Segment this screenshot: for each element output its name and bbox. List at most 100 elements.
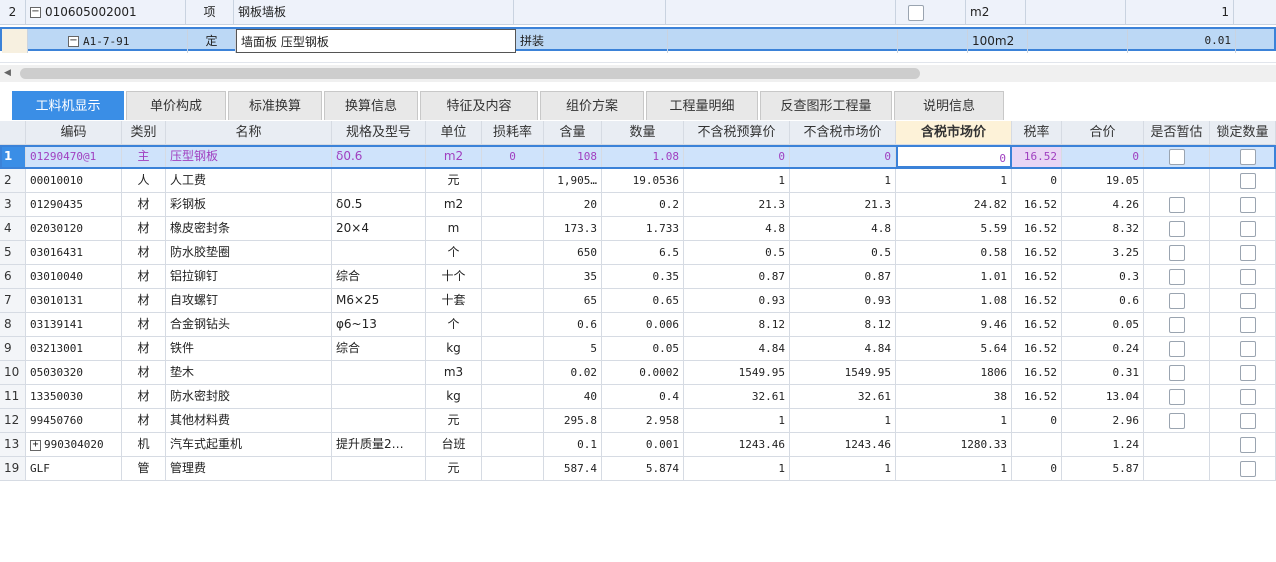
cell-lock-qty[interactable] bbox=[1210, 457, 1276, 480]
cell-quantity[interactable]: 2.958 bbox=[602, 409, 684, 432]
lock-qty-checkbox[interactable] bbox=[1240, 196, 1256, 213]
cell-name[interactable]: 铝拉铆钉 bbox=[166, 265, 332, 288]
cell-total[interactable]: 19.05 bbox=[1062, 169, 1144, 192]
upper-qty-2[interactable]: 0.01 bbox=[1128, 29, 1236, 53]
estimate-checkbox[interactable] bbox=[1169, 292, 1185, 309]
cell-tax-rate[interactable] bbox=[1012, 433, 1062, 456]
cell-content[interactable]: 0.1 bbox=[544, 433, 602, 456]
col-estimate[interactable]: 是否暂估 bbox=[1144, 121, 1210, 144]
col-category[interactable]: 类别 bbox=[122, 121, 166, 144]
cell-content[interactable]: 20 bbox=[544, 193, 602, 216]
tab-standard-conversion[interactable]: 标准换算 bbox=[228, 91, 322, 120]
cell-spec[interactable] bbox=[332, 409, 426, 432]
upper-code-cell[interactable]: −010605002001 bbox=[26, 0, 186, 24]
cell-budget-price[interactable]: 0.93 bbox=[684, 289, 790, 312]
estimate-checkbox[interactable] bbox=[1169, 244, 1185, 261]
col-lock-qty[interactable]: 锁定数量 bbox=[1210, 121, 1276, 144]
cell-budget-price[interactable]: 21.3 bbox=[684, 193, 790, 216]
cell-unit[interactable]: 十套 bbox=[426, 289, 482, 312]
cell-quantity[interactable]: 0.4 bbox=[602, 385, 684, 408]
cell-name[interactable]: 其他材料费 bbox=[166, 409, 332, 432]
table-row[interactable]: 11 13350030 材防水密封胶 kg 40 0.4 32.61 32.61 38 16.52… bbox=[0, 385, 1276, 409]
cell-budget-price[interactable]: 1549.95 bbox=[684, 361, 790, 384]
cell-market-price[interactable]: 1 bbox=[790, 457, 896, 480]
cell-estimate[interactable] bbox=[1144, 193, 1210, 216]
cell-budget-price[interactable]: 0 bbox=[684, 145, 790, 168]
cell-quantity[interactable]: 0.006 bbox=[602, 313, 684, 336]
cell-name[interactable]: 防水胶垫圈 bbox=[166, 241, 332, 264]
upper-row-bill[interactable]: 2 −010605002001 项 钢板墙板 m2 1 bbox=[0, 0, 1276, 25]
cell-content[interactable]: 1,905… bbox=[544, 169, 602, 192]
cell-loss-rate[interactable] bbox=[482, 313, 544, 336]
cell-budget-price[interactable]: 4.8 bbox=[684, 217, 790, 240]
cell-total[interactable]: 13.04 bbox=[1062, 385, 1144, 408]
cell-tax-market-price[interactable]: 0.58 bbox=[896, 241, 1012, 264]
cell-unit[interactable]: 元 bbox=[426, 169, 482, 192]
cell-lock-qty[interactable] bbox=[1210, 361, 1276, 384]
lock-qty-checkbox[interactable] bbox=[1240, 172, 1256, 189]
cell-quantity[interactable]: 0.35 bbox=[602, 265, 684, 288]
cell-spec[interactable]: δ0.6 bbox=[332, 145, 426, 168]
cell-category[interactable]: 材 bbox=[122, 313, 166, 336]
cell-content[interactable]: 173.3 bbox=[544, 217, 602, 240]
row-number[interactable]: 6 bbox=[0, 265, 26, 288]
cell-category[interactable]: 材 bbox=[122, 289, 166, 312]
lock-qty-checkbox[interactable] bbox=[1240, 148, 1256, 165]
col-market-price[interactable]: 不含税市场价 bbox=[790, 121, 896, 144]
cell-tax-rate[interactable]: 0 bbox=[1012, 457, 1062, 480]
lock-qty-checkbox[interactable] bbox=[1240, 340, 1256, 357]
cell-category[interactable]: 主 bbox=[122, 145, 166, 168]
cell-budget-price[interactable]: 32.61 bbox=[684, 385, 790, 408]
cell-code[interactable]: 02030120 bbox=[26, 217, 122, 240]
estimate-checkbox[interactable] bbox=[1169, 364, 1185, 381]
cell-total[interactable]: 0 bbox=[1062, 145, 1144, 168]
cell-unit[interactable]: 十个 bbox=[426, 265, 482, 288]
table-row[interactable]: 4 02030120 材橡皮密封条 20×4 m 173.3 1.733 4.8 4.8 5.59… bbox=[0, 217, 1276, 241]
cell-quantity[interactable]: 0.001 bbox=[602, 433, 684, 456]
expand-icon[interactable]: + bbox=[30, 439, 41, 451]
cell-tax-rate[interactable]: 16.52 bbox=[1012, 385, 1062, 408]
cell-tax-rate[interactable]: 16.52 bbox=[1012, 313, 1062, 336]
cell-code[interactable]: 01290435 bbox=[26, 193, 122, 216]
upper-qty[interactable]: 1 bbox=[1126, 0, 1234, 24]
table-row[interactable]: 12 99450760 材其他材料费元 295.8 2.958 1 1 1 0 2.96 bbox=[0, 409, 1276, 433]
cell-tax-market-price[interactable]: 0 bbox=[896, 145, 1012, 168]
scroll-left-icon[interactable]: ◀ bbox=[4, 68, 11, 78]
cell-tax-rate[interactable]: 16.52 bbox=[1012, 217, 1062, 240]
cell-tax-rate[interactable]: 0 bbox=[1012, 409, 1062, 432]
cell-tax-market-price[interactable]: 38 bbox=[896, 385, 1012, 408]
lock-qty-checkbox[interactable] bbox=[1240, 388, 1256, 405]
row-number[interactable]: 5 bbox=[0, 241, 26, 264]
cell-tax-market-price[interactable]: 1 bbox=[896, 409, 1012, 432]
cell-category[interactable]: 材 bbox=[122, 193, 166, 216]
lock-qty-checkbox[interactable] bbox=[1240, 244, 1256, 261]
tab-description[interactable]: 说明信息 bbox=[894, 91, 1004, 120]
cell-tax-rate[interactable]: 16.52 bbox=[1012, 145, 1062, 168]
table-row[interactable]: 9 03213001 材铁件 综合 kg 5 0.05 4.84 4.84 5.64 16.52 0.… bbox=[0, 337, 1276, 361]
cell-total[interactable]: 0.31 bbox=[1062, 361, 1144, 384]
cell-estimate[interactable] bbox=[1144, 457, 1210, 480]
upper-desc-2[interactable]: 拼装 bbox=[516, 29, 668, 53]
cell-lock-qty[interactable] bbox=[1210, 409, 1276, 432]
col-spec[interactable]: 规格及型号 bbox=[332, 121, 426, 144]
cell-content[interactable]: 587.4 bbox=[544, 457, 602, 480]
cell-content[interactable]: 5 bbox=[544, 337, 602, 360]
cell-unit[interactable]: m2 bbox=[426, 193, 482, 216]
cell-content[interactable]: 0.6 bbox=[544, 313, 602, 336]
tab-conversion-info[interactable]: 换算信息 bbox=[324, 91, 418, 120]
cell-tax-rate[interactable]: 16.52 bbox=[1012, 289, 1062, 312]
cell-market-price[interactable]: 1 bbox=[790, 169, 896, 192]
cell-spec[interactable] bbox=[332, 457, 426, 480]
col-loss-rate[interactable]: 损耗率 bbox=[482, 121, 544, 144]
cell-total[interactable]: 2.96 bbox=[1062, 409, 1144, 432]
row-number[interactable]: 11 bbox=[0, 385, 26, 408]
cell-code[interactable]: 99450760 bbox=[26, 409, 122, 432]
cell-tax-market-price[interactable]: 1.01 bbox=[896, 265, 1012, 288]
cell-estimate[interactable] bbox=[1144, 169, 1210, 192]
cell-category[interactable]: 材 bbox=[122, 217, 166, 240]
horizontal-scrollbar[interactable]: ◀ bbox=[0, 65, 1276, 82]
row-number[interactable]: 8 bbox=[0, 313, 26, 336]
cell-name[interactable]: 压型钢板 bbox=[166, 145, 332, 168]
cell-code[interactable]: +990304020 bbox=[26, 433, 122, 456]
cell-lock-qty[interactable] bbox=[1210, 193, 1276, 216]
